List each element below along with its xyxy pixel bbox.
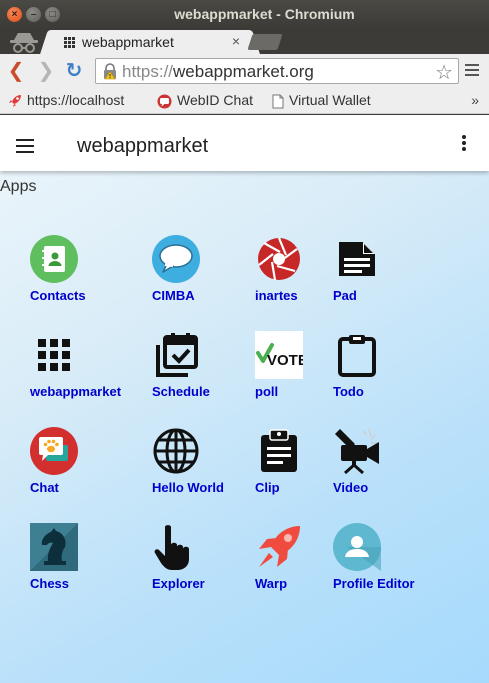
app-label: Video [333, 480, 369, 495]
app-bar-title: webappmarket [77, 135, 209, 157]
hamburger-menu-icon[interactable] [16, 139, 34, 157]
app-tile-chess[interactable]: Chess [30, 523, 140, 593]
profile-icon [333, 523, 381, 571]
bookmarks-overflow-icon[interactable]: » [471, 92, 479, 108]
back-arrow-icon[interactable]: ❮ [5, 60, 27, 82]
app-tile-contacts[interactable]: Contacts [30, 235, 140, 305]
bookmark-localhost[interactable]: https://localhost [8, 92, 124, 108]
app-tile-explorer[interactable]: Explorer [152, 523, 262, 593]
url-host: webappmarket.org [173, 62, 314, 81]
overflow-menu-icon[interactable] [462, 135, 466, 153]
app-label: Schedule [152, 384, 210, 399]
app-label: Chess [30, 576, 70, 591]
app-label: Warp [255, 576, 288, 591]
app-label: inartes [255, 288, 298, 303]
app-tile-webappmarket[interactable]: webappmarket [30, 331, 140, 401]
app-label: Hello World [152, 480, 224, 495]
section-title-apps: Apps [0, 178, 37, 195]
tab-strip: webappmarket × [0, 28, 489, 54]
app-label: Profile Editor [333, 576, 415, 591]
url-text: https://webappmarket.org [122, 62, 314, 82]
app-tile-schedule[interactable]: Schedule [152, 331, 262, 401]
grid-icon [64, 37, 75, 48]
video-camera-icon [335, 428, 379, 475]
contacts-icon [30, 235, 78, 283]
pointer-hand-icon [154, 525, 189, 570]
app-bar: webappmarket [0, 115, 489, 171]
url-scheme: https:// [122, 62, 174, 81]
grid-icon [38, 339, 70, 371]
new-tab-button[interactable] [247, 34, 283, 50]
window-title: webappmarket - Chromium [174, 6, 355, 22]
vote-icon: VOTE [255, 331, 303, 379]
app-tile-todo[interactable]: Todo [333, 331, 443, 401]
app-label: CIMBA [152, 288, 195, 303]
shutter-icon [258, 237, 300, 281]
clipboard-list-icon [261, 429, 297, 472]
app-label: Explorer [152, 576, 205, 591]
app-label: Pad [333, 288, 357, 303]
globe-icon [153, 428, 199, 474]
page-icon [272, 94, 284, 109]
app-label: poll [255, 384, 279, 399]
calendar-check-icon [156, 333, 198, 377]
chess-knight-icon [30, 523, 78, 571]
app-label: Clip [255, 480, 280, 495]
app-tile-pad[interactable]: Pad [333, 235, 443, 305]
rocket-icon [9, 95, 21, 108]
app-tile-video[interactable]: Video [333, 427, 443, 497]
reload-icon[interactable]: ↻ [63, 60, 85, 82]
bookmark-virtual-wallet[interactable]: Virtual Wallet [272, 92, 371, 109]
forward-arrow-icon[interactable]: ❯ [35, 60, 57, 82]
app-label: Chat [30, 480, 59, 495]
chat-icon [157, 94, 172, 109]
app-tile-hello-world[interactable]: Hello World [152, 427, 262, 497]
window-title-bar: × – □ webappmarket - Chromium [0, 0, 489, 28]
page-content: webappmarket Apps Contacts CIMBA inartes… [0, 115, 489, 683]
clipboard-icon [338, 335, 376, 377]
bookmark-star-icon[interactable]: ☆ [435, 60, 453, 85]
tab-webappmarket[interactable]: webappmarket × [52, 30, 248, 54]
address-bar[interactable]: https://webappmarket.org ☆ [95, 58, 459, 84]
bookmarks-bar: https://localhost WebID Chat Virtual Wal… [0, 88, 489, 114]
app-tile-profile-editor[interactable]: Profile Editor [333, 523, 443, 593]
app-tile-chat[interactable]: Chat [30, 427, 140, 497]
app-label: Contacts [30, 288, 86, 303]
browser-toolbar: ❮ ❯ ↻ https://webappmarket.org ☆ [0, 54, 489, 88]
app-label: webappmarket [30, 384, 122, 399]
tab-title: webappmarket [82, 34, 174, 50]
vote-text: VOTE [267, 352, 303, 369]
speech-bubble-icon [152, 235, 200, 283]
incognito-icon [10, 33, 38, 53]
tab-close-icon[interactable]: × [232, 33, 240, 49]
app-tile-cimba[interactable]: CIMBA [152, 235, 262, 305]
paw-chat-icon [30, 427, 78, 475]
lock-warning-icon [104, 63, 116, 80]
rocket-icon [259, 526, 300, 567]
document-icon [339, 242, 375, 276]
app-label: Todo [333, 384, 364, 399]
browser-menu-icon[interactable] [465, 64, 479, 79]
bookmark-webid-chat[interactable]: WebID Chat [157, 92, 253, 109]
